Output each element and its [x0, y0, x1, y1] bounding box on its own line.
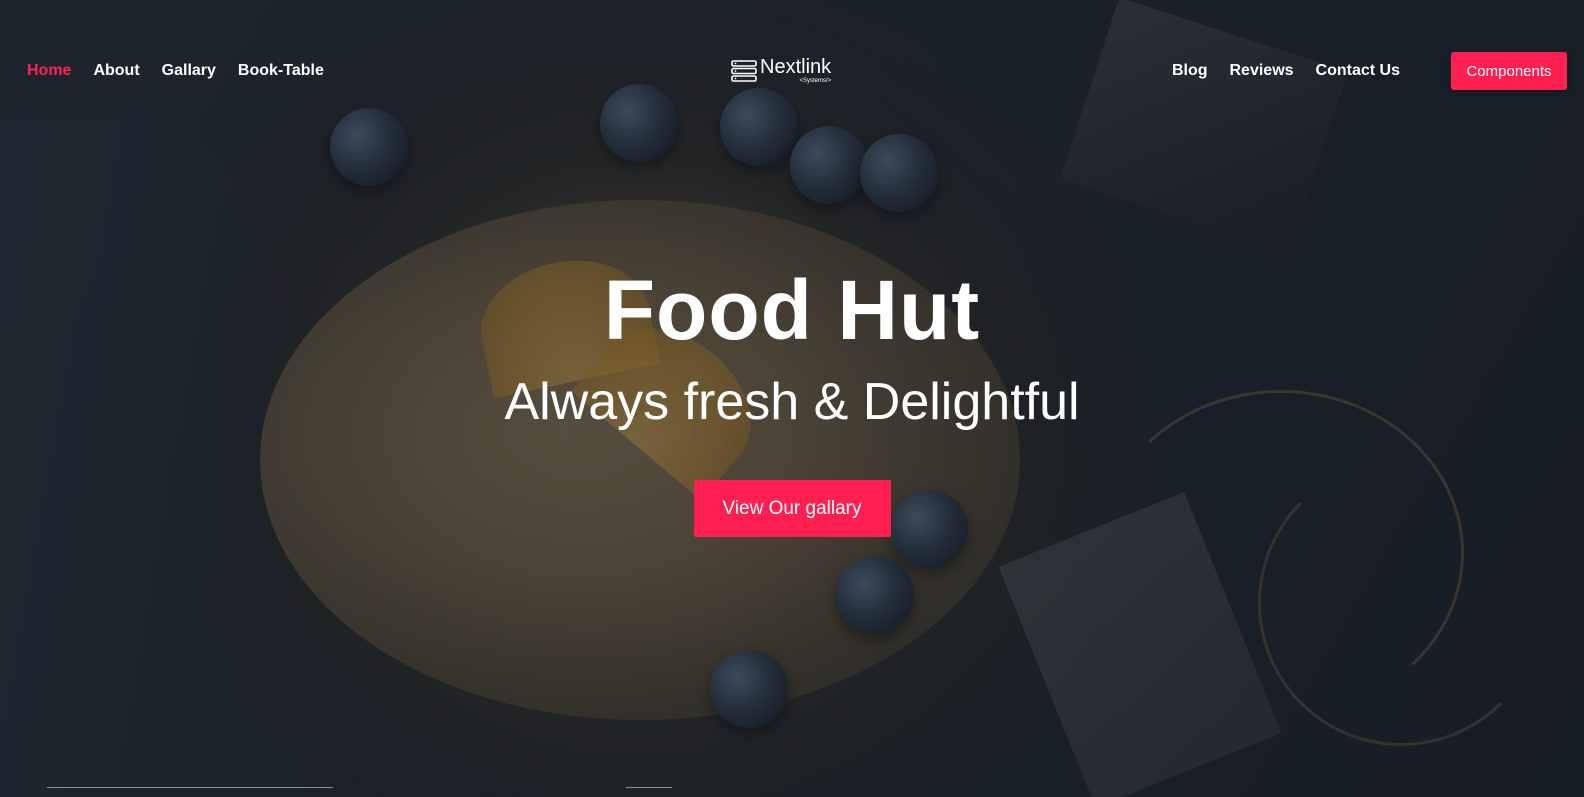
nav-link-book-table[interactable]: Book-Table — [238, 62, 324, 80]
brand-text: Nextlink <Systems/> — [760, 57, 831, 84]
brand-logo[interactable]: Nextlink <Systems/> — [730, 57, 831, 84]
nav-link-about[interactable]: About — [93, 62, 139, 80]
nav-link-blog[interactable]: Blog — [1172, 62, 1208, 80]
navbar: Home About Gallary Book-Table Nextlink <… — [0, 0, 1584, 142]
hero-section: Home About Gallary Book-Table Nextlink <… — [0, 0, 1584, 797]
nav-right-group: Blog Reviews Contact Us — [1150, 62, 1400, 80]
hero-subtitle: Always fresh & Delightful — [504, 373, 1080, 431]
view-gallary-button[interactable]: View Our gallary — [693, 480, 891, 537]
server-stack-icon — [731, 59, 757, 82]
hero-title: Food Hut — [603, 263, 981, 357]
horizontal-scrollbar-track[interactable] — [47, 787, 333, 788]
components-button[interactable]: Components — [1451, 52, 1567, 90]
brand-name: Nextlink — [760, 56, 832, 78]
nav-link-contact-us[interactable]: Contact Us — [1316, 62, 1400, 80]
divider — [626, 787, 672, 788]
nav-link-gallary[interactable]: Gallary — [162, 62, 216, 80]
nav-link-home[interactable]: Home — [27, 62, 71, 80]
brand-tagline: <Systems/> — [799, 78, 832, 84]
nav-left-group: Home About Gallary Book-Table — [27, 62, 346, 80]
hero-content: Food Hut Always fresh & Delightful View … — [0, 262, 1584, 537]
nav-link-reviews[interactable]: Reviews — [1230, 62, 1294, 80]
